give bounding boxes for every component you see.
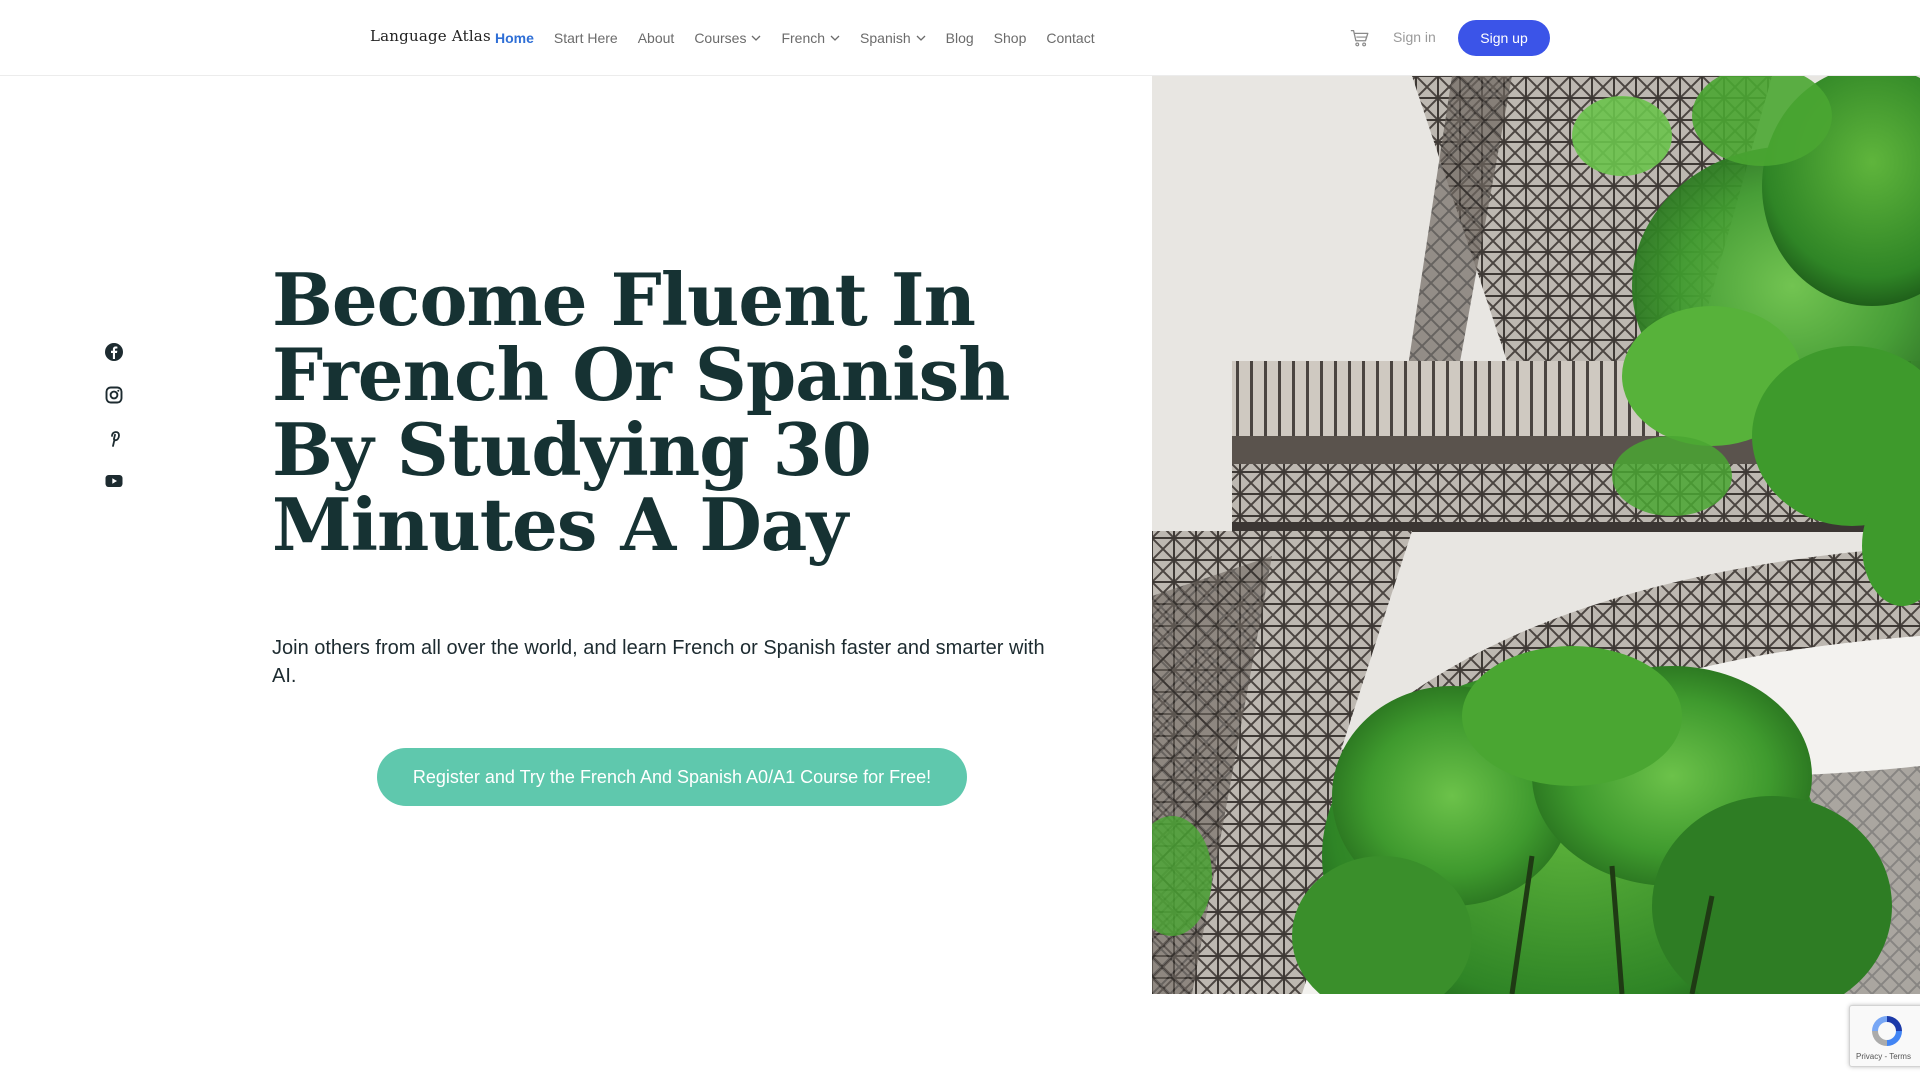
chevron-down-icon	[916, 35, 926, 41]
facebook-icon[interactable]	[104, 342, 124, 362]
nav-item-label: Start Here	[553, 30, 618, 46]
nav-item-start-here[interactable]: Start Here	[554, 30, 618, 46]
social-links	[104, 342, 124, 491]
eiffel-tower-illustration	[1152, 76, 1920, 994]
hero-image-eiffel-tower	[1152, 76, 1920, 994]
nav-item-label: Home	[495, 30, 534, 46]
nav-item-label: Courses	[694, 30, 747, 46]
site-header: Language Atlas Home Start Here About Cou…	[0, 0, 1920, 76]
instagram-icon[interactable]	[104, 385, 124, 405]
sign-up-button[interactable]: Sign up	[1458, 20, 1550, 56]
site-logo[interactable]: Language Atlas	[370, 27, 491, 45]
nav-item-home[interactable]: Home	[495, 30, 534, 46]
youtube-icon[interactable]	[104, 471, 124, 491]
chevron-down-icon	[830, 35, 840, 41]
nav-item-label: Spanish	[860, 30, 911, 46]
nav-item-label: Blog	[945, 30, 974, 46]
sign-in-link[interactable]: Sign in	[1393, 29, 1436, 45]
chevron-down-icon	[751, 35, 761, 41]
nav-item-label: Shop	[993, 30, 1027, 46]
recaptcha-icon	[1872, 1016, 1902, 1046]
nav-item-blog[interactable]: Blog	[946, 30, 974, 46]
register-cta-button[interactable]: Register and Try the French And Spanish …	[377, 748, 967, 806]
hero-title: Become Fluent In French Or Spanish By St…	[272, 257, 1011, 567]
nav-item-courses[interactable]: Courses	[694, 30, 761, 46]
nav-item-label: About	[637, 30, 675, 46]
pinterest-icon[interactable]	[104, 428, 124, 448]
nav-item-french[interactable]: French	[781, 30, 840, 46]
recaptcha-links[interactable]: Privacy - Terms	[1856, 1052, 1911, 1061]
cart-icon[interactable]	[1349, 27, 1371, 49]
nav-item-label: Contact	[1046, 30, 1095, 46]
nav-item-label: French	[781, 30, 826, 46]
hero-subtitle: Join others from all over the world, and…	[272, 637, 1045, 687]
nav-item-contact[interactable]: Contact	[1046, 30, 1094, 46]
main-nav: Home Start Here About Courses French Spa…	[495, 0, 1095, 76]
recaptcha-badge[interactable]: Privacy - Terms	[1849, 1005, 1920, 1067]
nav-item-about[interactable]: About	[638, 30, 675, 46]
nav-item-spanish[interactable]: Spanish	[860, 30, 926, 46]
nav-item-shop[interactable]: Shop	[994, 30, 1027, 46]
